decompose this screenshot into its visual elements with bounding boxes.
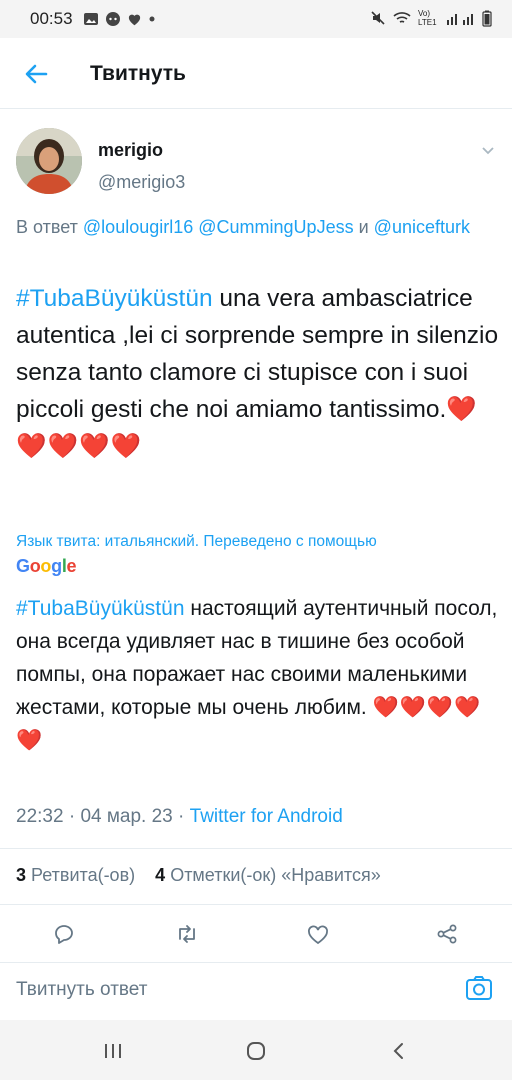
reply-prefix: В ответ (16, 217, 78, 237)
divider (0, 904, 512, 905)
likes-stat[interactable]: 4 Отметки(-ок) «Нравится» (155, 865, 381, 885)
signal-icon (447, 14, 473, 25)
recent-apps-icon (105, 1044, 121, 1058)
back-button[interactable] (384, 1036, 414, 1066)
tweet-text: #TubaBüyüküstün una vera ambasciatrice a… (16, 280, 504, 465)
tweet-stats: 3 Ретвита(-ов) 4 Отметки(-ок) «Нравится» (16, 865, 381, 886)
tweet-time: 22:32 (16, 806, 64, 827)
google-logo: Google (16, 556, 77, 576)
retweet-button[interactable] (167, 916, 207, 952)
divider (0, 848, 512, 849)
back-arrow-icon[interactable] (22, 60, 50, 88)
retweet-icon (179, 925, 195, 943)
author-name[interactable]: merigio (98, 140, 163, 161)
home-icon (247, 1042, 265, 1060)
reply-bar: Твитнуть ответ (0, 962, 512, 1019)
hashtag-link[interactable]: #TubaBüyüküstün (16, 597, 185, 620)
author-handle[interactable]: @merigio3 (98, 172, 185, 193)
reply-and: и (358, 217, 369, 237)
mute-icon (371, 11, 385, 25)
page-title: Твитнуть (90, 62, 186, 85)
translation-note[interactable]: Язык твита: итальянский. Переведено с по… (16, 533, 377, 551)
system-nav-bar (0, 1020, 512, 1080)
battery-icon (482, 10, 492, 27)
tweet-source[interactable]: Twitter for Android (190, 806, 343, 827)
heart-outline-icon (308, 925, 328, 945)
back-icon (393, 1043, 403, 1059)
dot-icon (149, 16, 155, 22)
tweet-meta: 22:32 · 04 мар. 23 · Twitter for Android (16, 806, 343, 827)
messenger-icon (105, 12, 120, 26)
home-button[interactable] (241, 1036, 271, 1066)
reply-button[interactable] (44, 916, 84, 952)
mention-link[interactable]: @unicefturk (374, 217, 470, 237)
heart-icon (128, 14, 140, 26)
wifi-icon (393, 12, 411, 23)
share-icon (437, 924, 457, 944)
network-label: Vo) LTE1 (418, 9, 437, 27)
avatar[interactable] (16, 128, 82, 194)
status-bar: 00:53 Vo) LTE1 (0, 0, 512, 38)
recent-apps-button[interactable] (98, 1036, 128, 1066)
chevron-down-icon[interactable] (480, 142, 496, 158)
like-button[interactable] (298, 916, 338, 952)
translated-text: #TubaBüyüküstün настоящий аутентичный по… (16, 592, 506, 757)
reply-context: В ответ @loulougirl16 @CummingUpJess и @… (16, 213, 486, 241)
hashtag-link[interactable]: #TubaBüyüküstün (16, 285, 213, 312)
avatar-image (16, 128, 82, 194)
action-bar (0, 916, 512, 956)
camera-icon[interactable] (464, 973, 494, 1003)
reply-icon (55, 925, 73, 944)
retweets-stat[interactable]: 3 Ретвита(-ов) (16, 865, 135, 885)
reply-input[interactable]: Твитнуть ответ (16, 979, 147, 1001)
tweet-date: 04 мар. 23 (80, 806, 173, 827)
share-button[interactable] (427, 916, 467, 952)
mention-link[interactable]: @CummingUpJess (198, 217, 353, 237)
mention-link[interactable]: @loulougirl16 (83, 217, 193, 237)
status-time: 00:53 (30, 9, 73, 28)
app-bar: Твитнуть (0, 38, 512, 109)
gallery-icon (83, 13, 98, 25)
